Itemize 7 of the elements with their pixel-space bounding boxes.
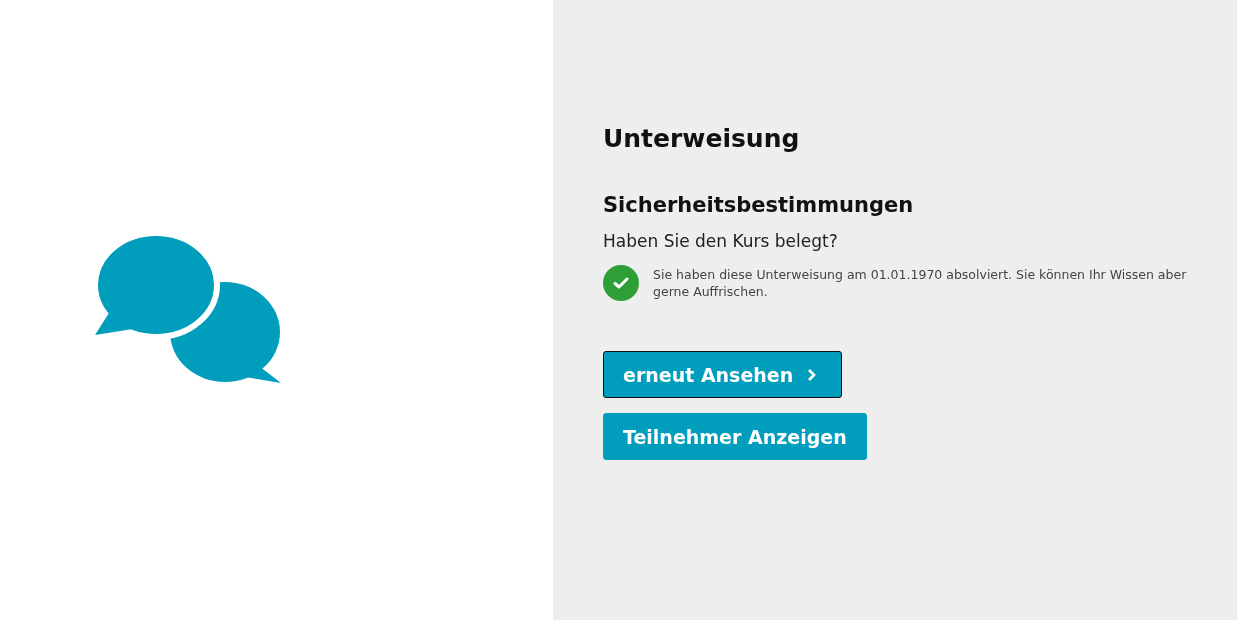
page-title: Unterweisung	[603, 124, 801, 153]
course-question: Haben Sie den Kurs belegt?	[603, 231, 839, 251]
show-participants-button[interactable]: Teilnehmer Anzeigen	[603, 413, 867, 460]
completion-message: Sie haben diese Unterweisung am 01.01.1970 absolviert. Sie können Ihr Wissen aber gerne Auffrischen.	[653, 266, 1188, 300]
course-title: Sicherheitsbestimmungen	[603, 193, 915, 217]
speech-bubbles-icon	[95, 233, 283, 385]
view-again-button[interactable]: erneut Ansehen	[603, 351, 843, 398]
